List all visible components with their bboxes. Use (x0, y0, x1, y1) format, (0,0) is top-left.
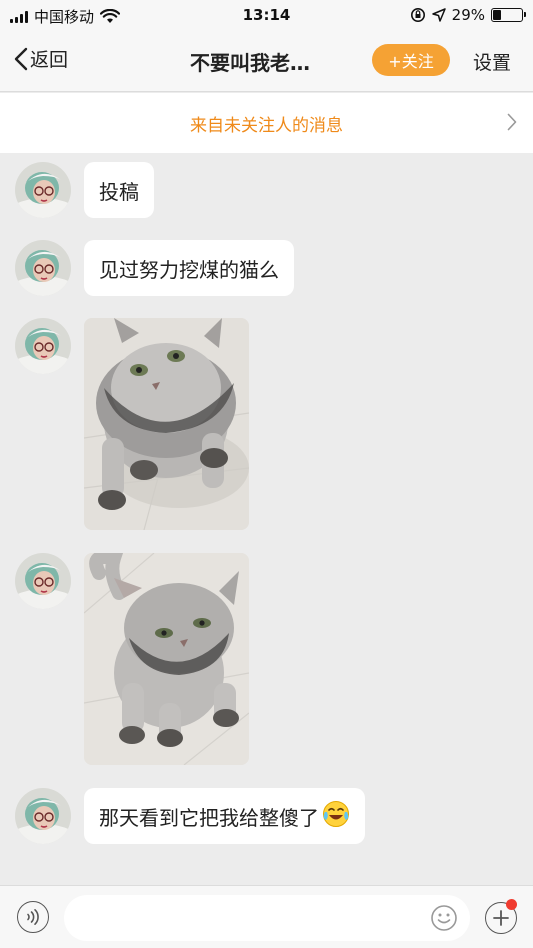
status-bar: 中国移动 13:14 29% (0, 0, 533, 30)
input-bar (0, 885, 533, 948)
avatar-image (15, 788, 71, 844)
gray-cat-photo-2[interactable] (84, 553, 249, 765)
avatar-image (15, 318, 71, 374)
nav-bar: 返回 不要叫我老… +关注 设置 (0, 30, 533, 92)
back-label: 返回 (30, 49, 69, 71)
back-button[interactable]: 返回 (14, 45, 68, 72)
battery-icon (491, 8, 526, 22)
plus-icon (493, 910, 509, 926)
battery-percent: 29% (451, 6, 485, 24)
avatar[interactable] (15, 318, 71, 374)
avatar-image (15, 162, 71, 218)
avatar[interactable] (15, 162, 71, 218)
unfollowed-messages-banner[interactable]: 来自未关注人的消息 (0, 93, 533, 153)
message-bubble[interactable]: 见过努力挖煤的猫么 (84, 240, 294, 296)
settings-button[interactable]: 设置 (473, 48, 511, 75)
message-text: 那天看到它把我给整傻了 (99, 805, 319, 830)
avatar[interactable] (15, 788, 71, 844)
laughing-crying-emoji-icon (322, 800, 350, 833)
emoji-icon (431, 905, 457, 931)
location-icon (431, 8, 446, 22)
voice-icon (27, 909, 39, 925)
notification-dot (506, 899, 517, 910)
chevron-left-icon (14, 47, 28, 70)
message-text: 见过努力挖煤的猫么 (99, 257, 279, 282)
avatar[interactable] (15, 240, 71, 296)
message-bubble[interactable]: 投稿 (84, 162, 154, 218)
status-right: 29% (410, 6, 526, 24)
avatar[interactable] (15, 553, 71, 609)
message-text: 投稿 (99, 179, 139, 204)
message-bubble[interactable]: 那天看到它把我给整傻了 (84, 788, 365, 844)
message-input[interactable] (64, 895, 470, 941)
emoji-button[interactable] (430, 904, 458, 936)
banner-text: 来自未关注人的消息 (190, 115, 343, 136)
gray-cat-photo-1[interactable] (84, 318, 249, 530)
orientation-lock-icon (410, 8, 425, 22)
avatar-image (15, 240, 71, 296)
chevron-right-icon (507, 113, 517, 131)
follow-button[interactable]: +关注 (372, 44, 450, 76)
voice-button[interactable] (17, 901, 49, 933)
page-title: 不要叫我老… (190, 51, 310, 75)
avatar-image (15, 553, 71, 609)
